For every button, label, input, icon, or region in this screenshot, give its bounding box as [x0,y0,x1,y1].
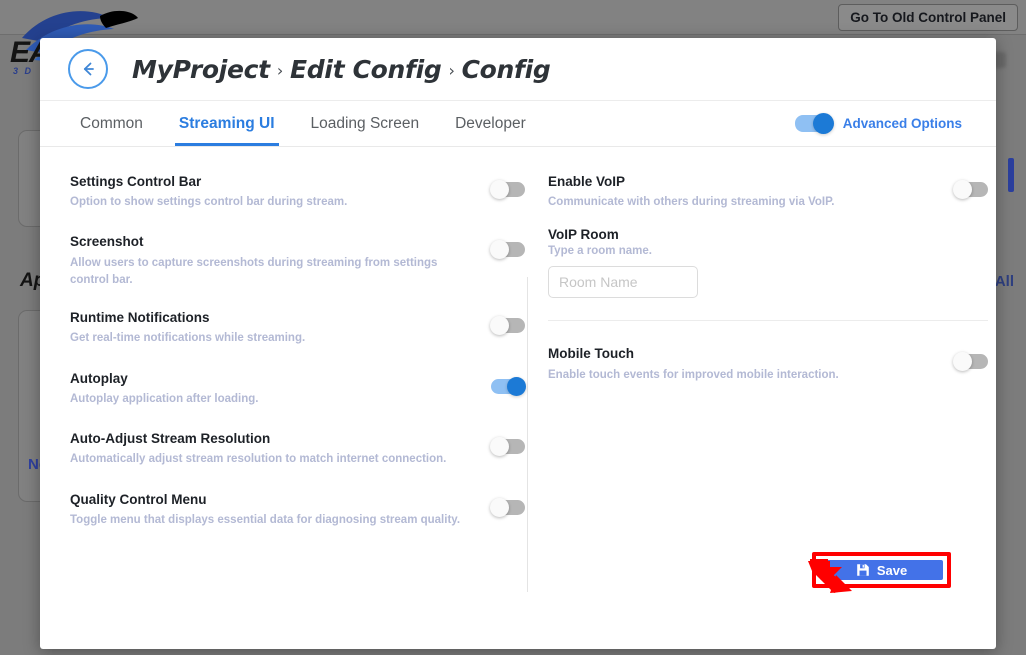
toggle-knob [953,352,972,371]
tab-common[interactable]: Common [62,101,161,146]
setting-title: Settings Control Bar [70,173,473,191]
setting-text: Auto-Adjust Stream Resolution Automatica… [70,430,473,468]
voip-room-input[interactable] [548,266,698,298]
tab-loading-screen[interactable]: Loading Screen [293,101,438,146]
setting-description: Toggle menu that displays essential data… [70,512,473,529]
toggle-knob [490,180,509,199]
setting-quality-control-menu: Quality Control Menu Toggle menu that di… [70,491,525,529]
voip-room-hint: Type a room name. [548,245,988,257]
voip-room-label: VoIP Room [548,227,988,242]
setting-text: Quality Control Menu Toggle menu that di… [70,491,473,529]
column-divider [527,277,528,592]
setting-text: Enable VoIP Communicate with others duri… [548,173,936,211]
tab-developer[interactable]: Developer [437,101,544,146]
setting-title: Enable VoIP [548,173,936,191]
advanced-options-toggle[interactable] [795,115,833,132]
setting-title: Runtime Notifications [70,309,473,327]
setting-text: Autoplay Autoplay application after load… [70,370,473,408]
setting-text: Runtime Notifications Get real-time noti… [70,309,473,347]
save-button-highlight: Save [812,552,951,588]
breadcrumb-separator: › [277,61,283,80]
advanced-options-control: Advanced Options [795,101,962,146]
save-button-label: Save [877,563,907,578]
setting-text: Settings Control Bar Option to show sett… [70,173,473,211]
breadcrumb-separator: › [449,61,455,80]
advanced-options-label: Advanced Options [843,116,962,131]
arrow-left-icon [78,59,98,79]
setting-description: Allow users to capture screenshots durin… [70,255,442,290]
tab-bar: Common Streaming UI Loading Screen Devel… [40,101,996,147]
setting-description: Enable touch events for improved mobile … [548,367,936,384]
setting-title: Autoplay [70,370,473,388]
left-settings-column: Settings Control Bar Option to show sett… [70,173,525,529]
background-all-link[interactable]: All [995,273,1014,290]
setting-title: Quality Control Menu [70,491,473,509]
autoplay-toggle[interactable] [491,379,525,394]
save-button[interactable]: Save [820,560,943,580]
setting-settings-control-bar: Settings Control Bar Option to show sett… [70,173,525,211]
floppy-disk-icon [856,563,870,577]
mobile-touch-toggle[interactable] [954,354,988,369]
runtime-notifications-toggle[interactable] [491,318,525,333]
toggle-knob [813,113,834,134]
background-blue-accent [1008,158,1014,192]
setting-runtime-notifications: Runtime Notifications Get real-time noti… [70,309,525,347]
breadcrumb-item-edit-config[interactable]: Edit Config [290,55,442,84]
modal-header: MyProject › Edit Config › Config [40,38,996,101]
setting-auto-adjust-stream-resolution: Auto-Adjust Stream Resolution Automatica… [70,430,525,468]
toggle-knob [490,316,509,335]
setting-title: Screenshot [70,233,442,251]
setting-description: Automatically adjust stream resolution t… [70,451,473,468]
setting-mobile-touch: Mobile Touch Enable touch events for imp… [548,345,988,383]
screenshot-toggle[interactable] [491,242,525,257]
setting-text: Screenshot Allow users to capture screen… [70,233,442,289]
toggle-knob [953,180,972,199]
voip-room-field-group: VoIP Room Type a room name. [548,227,988,298]
breadcrumb: MyProject › Edit Config › Config [132,55,550,84]
quality-control-menu-toggle[interactable] [491,500,525,515]
auto-adjust-stream-resolution-toggle[interactable] [491,439,525,454]
setting-enable-voip: Enable VoIP Communicate with others duri… [548,173,988,211]
setting-title: Auto-Adjust Stream Resolution [70,430,473,448]
setting-description: Option to show settings control bar duri… [70,194,473,211]
settings-control-bar-toggle[interactable] [491,182,525,197]
go-to-old-control-panel-button[interactable]: Go To Old Control Panel [838,4,1018,31]
tab-label: Streaming UI [179,115,275,133]
setting-description: Autoplay application after loading. [70,391,473,408]
tab-label: Common [80,115,143,133]
enable-voip-toggle[interactable] [954,182,988,197]
breadcrumb-item-project[interactable]: MyProject [132,55,270,84]
tab-streaming-ui[interactable]: Streaming UI [161,101,293,146]
right-column-divider [548,320,988,321]
setting-screenshot: Screenshot Allow users to capture screen… [70,233,525,289]
toggle-knob [490,498,509,517]
breadcrumb-item-config[interactable]: Config [462,55,551,84]
setting-autoplay: Autoplay Autoplay application after load… [70,370,525,408]
setting-description: Communicate with others during streaming… [548,194,936,211]
background-brand-subtitle: 3 D [13,66,33,76]
back-button[interactable] [68,49,108,89]
setting-text: Mobile Touch Enable touch events for imp… [548,345,936,383]
right-settings-column: Enable VoIP Communicate with others duri… [548,173,988,384]
toggle-knob [490,240,509,259]
toggle-knob [507,377,526,396]
toggle-knob [490,437,509,456]
tab-label: Developer [455,115,526,133]
setting-title: Mobile Touch [548,345,936,363]
tab-label: Loading Screen [311,115,420,133]
setting-description: Get real-time notifications while stream… [70,330,473,347]
